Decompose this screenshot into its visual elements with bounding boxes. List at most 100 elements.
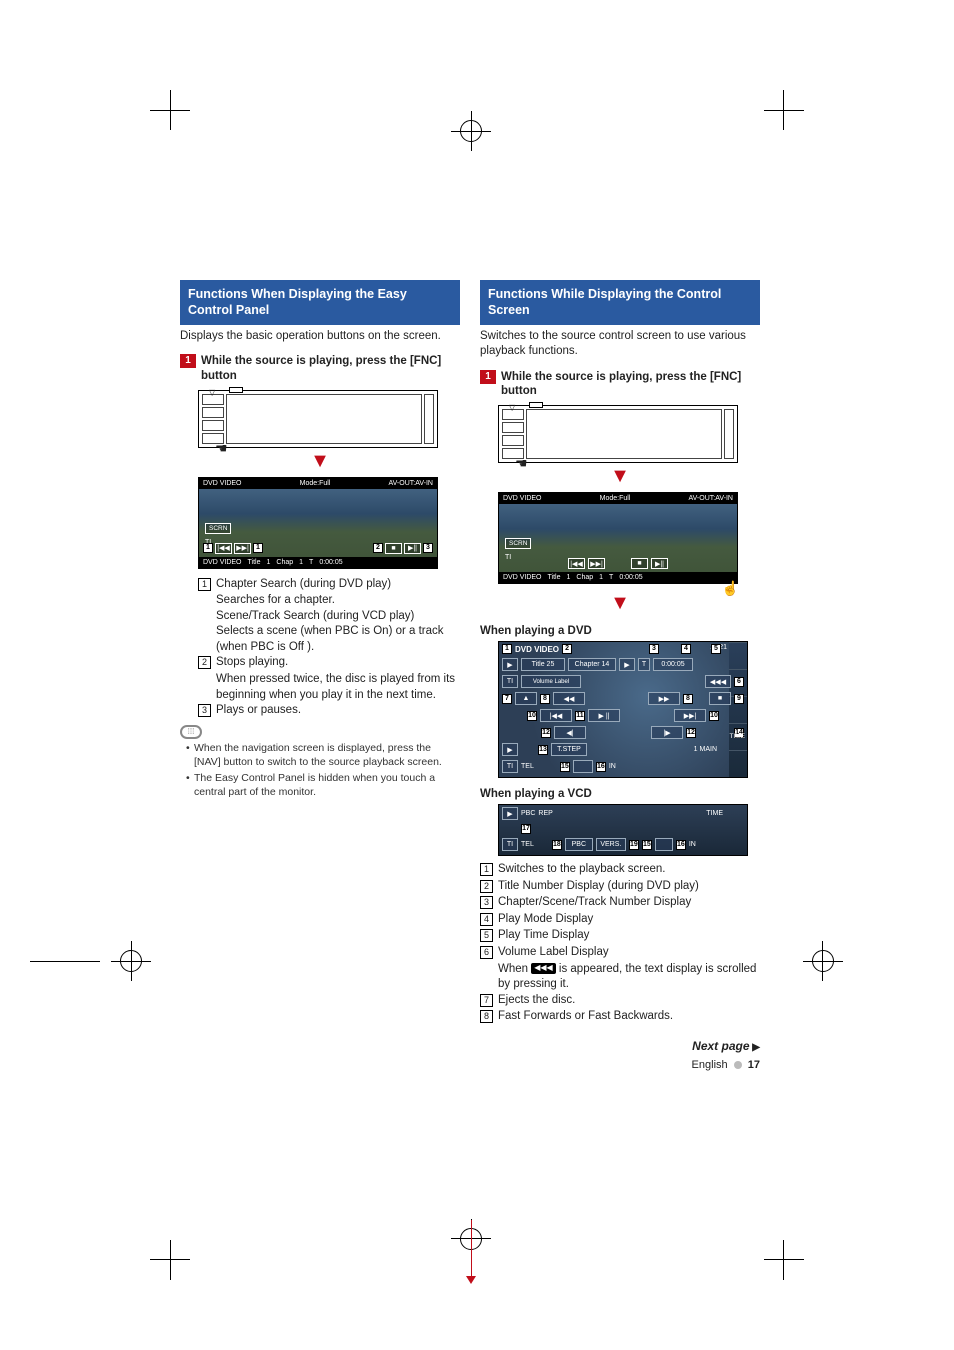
eject-icon: ▽ (509, 403, 515, 412)
desc-text: Play Time Display (498, 928, 760, 944)
desc-num: 2 (198, 656, 211, 669)
desc-num: 8 (480, 1010, 493, 1023)
callout: 3 (649, 644, 659, 654)
desc-sub: When pressed twice, the disc is played f… (216, 672, 460, 703)
next-button[interactable]: ▶▶| (234, 543, 251, 554)
device-screen (526, 409, 722, 459)
hand-press-icon: ☚ (515, 455, 528, 472)
callout: 15 (642, 840, 652, 850)
scrn-button[interactable]: SCRN (205, 523, 231, 534)
play-pause-button[interactable]: ▶ || (588, 709, 620, 722)
note-item: When the navigation screen is displayed,… (186, 741, 460, 769)
right-section-header: Functions While Displaying the Control S… (480, 280, 760, 325)
page-footer: English 17 (480, 1059, 760, 1071)
scroll-icon: ◀◀◀ (531, 963, 555, 974)
page-button[interactable] (655, 838, 673, 851)
ti-button[interactable]: TI (502, 838, 518, 851)
crop-mark-left (10, 890, 150, 1030)
vers-button[interactable]: VERS. (596, 838, 626, 851)
ff-button[interactable]: ▶▶ (648, 692, 680, 705)
chapter-number: Chapter 14 (568, 658, 616, 671)
crop-mark-tl (60, 40, 200, 180)
stop-button[interactable]: ■ (631, 558, 648, 569)
ss-t: T (309, 559, 313, 566)
desc-text: Volume Label Display (498, 945, 760, 961)
desc-text: Play Mode Display (498, 912, 760, 928)
callout: 12 (686, 728, 696, 738)
dvd-title: DVD VIDEO (515, 645, 559, 654)
footer-page-number: 17 (748, 1059, 760, 1071)
left-intro: Displays the basic operation buttons on … (180, 329, 460, 345)
callout: 2 (562, 644, 572, 654)
next-page-link: Next page (480, 1039, 760, 1053)
callout: 16 (596, 762, 606, 772)
prev-button[interactable]: |◀◀ (215, 543, 232, 554)
ss-title-label: Title (248, 559, 261, 566)
eject-button[interactable]: ▲ (515, 692, 537, 705)
callout: 16 (676, 840, 686, 850)
tstep-button[interactable]: T.STEP (551, 743, 587, 756)
in-label: IN (689, 841, 696, 848)
ss-bottom-src: DVD VIDEO (203, 559, 242, 566)
step-badge: 1 (180, 354, 196, 368)
scroll-icon[interactable]: ◀◀◀ (705, 675, 731, 688)
device-screen (226, 394, 422, 444)
play-pause-button[interactable]: ▶|| (651, 558, 668, 569)
callout: 9 (734, 694, 744, 704)
stop-button[interactable]: ■ (385, 543, 402, 554)
slow-fwd-button[interactable]: |▶ (651, 726, 683, 739)
desc-sub: Scene/Track Search (during VCD play) (216, 609, 460, 625)
stop-button[interactable]: ■ (709, 692, 731, 705)
rewind-button[interactable]: ◀◀ (553, 692, 585, 705)
callout: 1 (502, 644, 512, 654)
side-button (502, 422, 524, 433)
easy-panel-screenshot: DVD VIDEO Mode:Full AV-OUT:AV-IN SCRN TI… (198, 477, 438, 569)
crop-mark-tr (754, 40, 894, 180)
tel-label: TEL (521, 763, 534, 770)
side-button (202, 420, 224, 431)
ss-bottom-src: DVD VIDEO (503, 574, 542, 581)
callout-3: 3 (423, 543, 433, 553)
next-button[interactable]: ▶▶| (588, 558, 605, 569)
t-label: T (638, 658, 650, 671)
desc-sub: Selects a scene (when PBC is On) or a tr… (216, 624, 460, 655)
callout: 17 (521, 824, 531, 834)
dvd-control-screen: 11:21 1 DVD VIDEO 2 3 4 5 ▶ Title 25 Cha… (498, 641, 748, 778)
play-pause-button[interactable]: ▶|| (404, 543, 421, 554)
prev-button[interactable]: |◀◀ (568, 558, 585, 569)
callout: 7 (502, 694, 512, 704)
note-icon: ⁞⁞⁞ (180, 725, 202, 739)
rep-label: REP (538, 810, 552, 817)
play-indicator: ▶ (502, 807, 518, 820)
ss-title-label: Title (548, 574, 561, 581)
in-label: IN (609, 763, 616, 770)
ss-chap-n: 1 (299, 559, 303, 566)
ss-avout: AV-OUT:AV-IN (689, 495, 733, 502)
ss-time: 0:00:05 (319, 559, 342, 566)
pbc-button[interactable]: PBC (565, 838, 593, 851)
prev-button[interactable]: |◀◀ (540, 709, 572, 722)
callout: 13 (538, 745, 548, 755)
crop-mark-right (804, 890, 944, 1030)
desc-sub: When ◀◀◀ is appeared, the text display i… (498, 962, 760, 993)
next-button[interactable]: ▶▶| (674, 709, 706, 722)
ti-button[interactable]: TI (502, 675, 518, 688)
hand-tap-icon: ☝ (722, 580, 739, 597)
footer-lang: English (692, 1059, 728, 1071)
device-volume (424, 394, 434, 444)
ti-button[interactable]: TI (502, 760, 518, 773)
right-step-1: 1 While the source is playing, press the… (480, 370, 760, 400)
desc-text: Ejects the disc. (498, 993, 760, 1009)
desc-num: 2 (480, 880, 493, 893)
arrow-down-icon: ▼ (480, 592, 760, 615)
slow-back-button[interactable]: ◀| (554, 726, 586, 739)
scrn-button[interactable]: SCRN (505, 538, 531, 549)
left-section-header: Functions When Displaying the Easy Contr… (180, 280, 460, 325)
play-indicator: ▶ (502, 658, 518, 671)
page-button[interactable] (573, 760, 593, 773)
crop-mark-bottom (380, 1210, 520, 1350)
desc-text: Chapter/Scene/Track Number Display (498, 895, 760, 911)
callout: 6 (734, 677, 744, 687)
audio-main: 1 MAIN (694, 746, 717, 753)
playback-screenshot: DVD VIDEO Mode:Full AV-OUT:AV-IN SCRN TI… (498, 492, 738, 584)
